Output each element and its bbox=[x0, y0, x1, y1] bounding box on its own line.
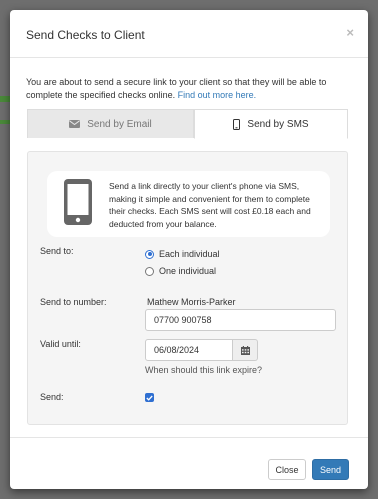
valid-until-date-group bbox=[145, 339, 258, 361]
calendar-button[interactable] bbox=[233, 339, 258, 361]
find-out-more-link[interactable]: Find out more here. bbox=[178, 90, 257, 100]
radio-one-individual[interactable]: One individual bbox=[145, 266, 216, 276]
sms-info-box: Send a link directly to your client's ph… bbox=[47, 171, 330, 237]
tab-send-by-email[interactable]: Send by Email bbox=[27, 109, 194, 138]
radio-button[interactable] bbox=[145, 249, 154, 259]
send-button[interactable]: Send bbox=[312, 459, 349, 480]
modal-title: Send Checks to Client bbox=[26, 28, 145, 42]
mobile-phone-icon bbox=[233, 118, 241, 130]
intro-paragraph: You are about to send a secure link to y… bbox=[26, 76, 356, 102]
send-to-label: Send to: bbox=[40, 246, 74, 256]
modal-header: Send Checks to Client × bbox=[10, 10, 368, 58]
mobile-phone-icon bbox=[64, 179, 92, 225]
valid-until-help-text: When should this link expire? bbox=[145, 365, 263, 375]
radio-label: Each individual bbox=[159, 249, 220, 259]
tab-send-by-sms[interactable]: Send by SMS bbox=[194, 109, 348, 139]
send-label: Send: bbox=[40, 392, 64, 402]
background-page-stripe bbox=[0, 120, 10, 124]
send-method-tabs: Send by Email Send by SMS bbox=[27, 109, 348, 139]
close-button[interactable]: Close bbox=[268, 459, 306, 480]
send-checkbox[interactable] bbox=[145, 393, 154, 402]
modal-footer: Close Send bbox=[10, 437, 368, 489]
intro-text: You are about to send a secure link to y… bbox=[26, 77, 327, 100]
send-checks-modal: Send Checks to Client × You are about to… bbox=[10, 10, 368, 489]
radio-button[interactable] bbox=[145, 266, 154, 276]
sms-panel: Send a link directly to your client's ph… bbox=[27, 151, 348, 425]
background-page-stripe bbox=[0, 96, 10, 102]
close-icon[interactable]: × bbox=[346, 25, 354, 40]
radio-label: One individual bbox=[159, 266, 217, 276]
valid-until-input[interactable] bbox=[145, 339, 233, 361]
recipient-name: Mathew Morris-Parker bbox=[147, 297, 236, 307]
valid-until-label: Valid until: bbox=[40, 339, 81, 349]
tab-label: Send by SMS bbox=[247, 118, 309, 130]
checkmark-icon bbox=[146, 395, 153, 401]
envelope-icon bbox=[69, 120, 81, 128]
sms-info-text: Send a link directly to your client's ph… bbox=[109, 181, 311, 229]
tab-label: Send by Email bbox=[87, 118, 152, 130]
calendar-icon bbox=[240, 345, 250, 355]
send-to-number-label: Send to number: bbox=[40, 297, 107, 307]
radio-each-individual[interactable]: Each individual bbox=[145, 249, 220, 259]
phone-number-input[interactable] bbox=[145, 309, 336, 331]
